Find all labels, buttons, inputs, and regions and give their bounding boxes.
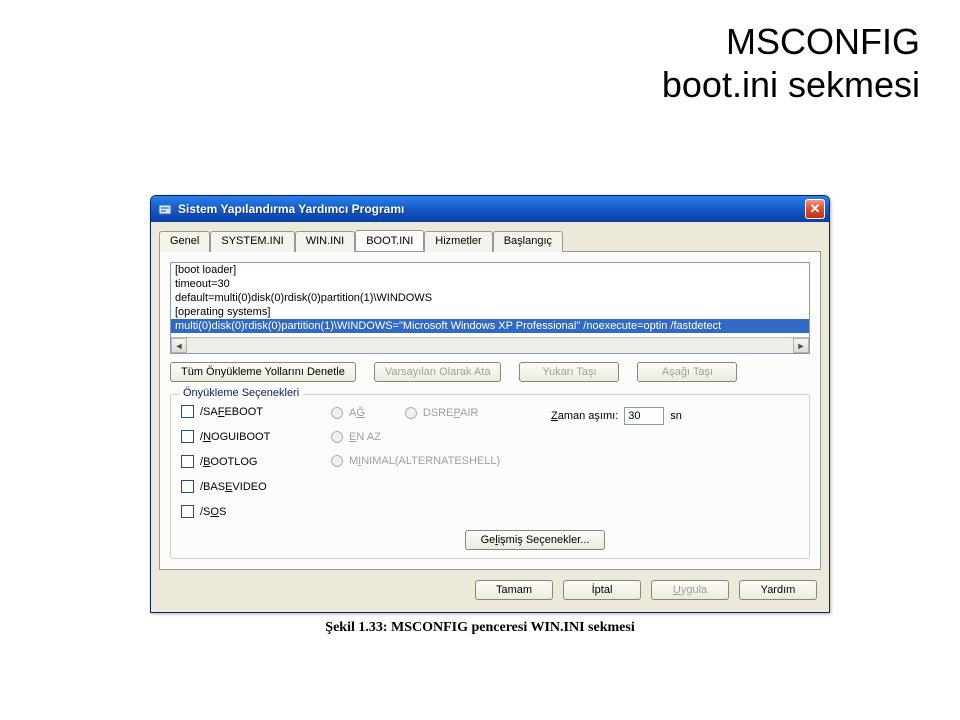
cancel-button[interactable]: İptal <box>563 580 641 600</box>
tab-system-ini[interactable]: SYSTEM.INI <box>210 231 294 252</box>
close-button[interactable]: ✕ <box>805 199 825 219</box>
bootlog-checkbox[interactable]: /BOOTLOG <box>181 455 331 468</box>
scroll-left-icon[interactable]: ◄ <box>171 338 187 353</box>
tab-genel[interactable]: Genel <box>159 231 210 252</box>
titlebar[interactable]: Sistem Yapılandırma Yardımcı Programı ✕ <box>151 196 829 222</box>
radio-label: EN AZ <box>349 431 381 443</box>
client-area: Genel SYSTEM.INI WIN.INI BOOT.INI Hizmet… <box>151 222 829 612</box>
button-label: Gelişmiş Seçenekler... <box>481 534 590 546</box>
list-item[interactable]: timeout=30 <box>171 277 809 291</box>
checkbox-icon <box>181 405 194 418</box>
minimal-radio: EN AZ <box>331 431 551 443</box>
radio-icon <box>331 407 343 419</box>
tab-boot-ini[interactable]: BOOT.INI <box>355 230 424 251</box>
radio-icon <box>331 431 343 443</box>
timeout-row: Zaman aşımı: sn <box>551 407 799 425</box>
checkbox-label: /SAFEBOOT <box>200 406 263 418</box>
options-grid: /SAFEBOOT /NOGUIBOOT /BOOTLOG /BASE <box>181 405 799 518</box>
path-buttons-row: Tüm Önyükleme Yollarını Denetle Varsayıl… <box>170 362 810 382</box>
checkbox-label: /BASEVIDEO <box>200 481 267 493</box>
list-item[interactable]: [operating systems] <box>171 305 809 319</box>
timeout-column: Zaman aşımı: sn <box>551 405 799 518</box>
button-label: Yukarı Taşı <box>542 366 596 378</box>
tab-label: SYSTEM.INI <box>221 235 283 247</box>
sos-checkbox[interactable]: /SOS <box>181 505 331 518</box>
tab-win-ini[interactable]: WIN.INI <box>295 231 356 252</box>
apply-button[interactable]: Uygula <box>651 580 729 600</box>
tab-label: BOOT.INI <box>366 235 413 247</box>
tab-baslangic[interactable]: Başlangıç <box>493 231 563 252</box>
tab-label: WIN.INI <box>306 235 345 247</box>
slide-title: MSCONFIG boot.ini sekmesi <box>662 20 920 106</box>
button-label: İptal <box>592 584 613 596</box>
button-label: Varsayılan Olarak Ata <box>385 366 491 378</box>
figure-caption: Şekil 1.33: MSCONFIG penceresi WIN.INI s… <box>0 620 960 636</box>
move-down-button[interactable]: Aşağı Taşı <box>637 362 737 382</box>
tab-label: Başlangıç <box>504 235 552 247</box>
button-label: Aşağı Taşı <box>662 366 713 378</box>
help-button[interactable]: Yardım <box>739 580 817 600</box>
list-item[interactable]: [boot loader] <box>171 263 809 277</box>
checkbox-label: /NOGUIBOOT <box>200 431 270 443</box>
checkbox-label: /BOOTLOG <box>200 456 257 468</box>
ok-button[interactable]: Tamam <box>475 580 553 600</box>
bootini-listbox[interactable]: [boot loader] timeout=30 default=multi(0… <box>170 262 810 354</box>
check-boot-paths-button[interactable]: Tüm Önyükleme Yollarını Denetle <box>170 362 356 382</box>
horizontal-scrollbar[interactable]: ◄ ► <box>171 337 809 353</box>
msconfig-window: Sistem Yapılandırma Yardımcı Programı ✕ … <box>150 195 830 613</box>
basevideo-checkbox[interactable]: /BASEVIDEO <box>181 480 331 493</box>
safeboot-checkbox[interactable]: /SAFEBOOT <box>181 405 331 418</box>
tab-label: Genel <box>170 235 199 247</box>
checkbox-icon <box>181 430 194 443</box>
button-label: Tamam <box>496 584 532 596</box>
boot-options-group: Önyükleme Seçenekleri /SAFEBOOT /NOGUIBO… <box>170 394 810 559</box>
radio-label: MINIMAL(ALTERNATESHELL) <box>349 455 500 467</box>
radio-icon <box>405 407 417 419</box>
tab-panel-bootini: [boot loader] timeout=30 default=multi(0… <box>159 251 821 570</box>
noguiboot-checkbox[interactable]: /NOGUIBOOT <box>181 430 331 443</box>
checks-column: /SAFEBOOT /NOGUIBOOT /BOOTLOG /BASE <box>181 405 331 518</box>
radio-icon <box>331 455 343 467</box>
close-icon: ✕ <box>810 201 821 217</box>
set-default-button[interactable]: Varsayılan Olarak Ata <box>374 362 502 382</box>
scroll-right-icon[interactable]: ► <box>793 338 809 353</box>
group-legend: Önyükleme Seçenekleri <box>179 387 303 399</box>
timeout-unit: sn <box>670 410 682 422</box>
altshell-radio: MINIMAL(ALTERNATESHELL) <box>331 455 551 467</box>
radio-label: DSREPAIR <box>423 407 478 419</box>
checkbox-icon <box>181 480 194 493</box>
timeout-input[interactable] <box>624 407 664 425</box>
move-up-button[interactable]: Yukarı Taşı <box>519 362 619 382</box>
checkbox-label: /SOS <box>200 506 226 518</box>
advanced-options-button[interactable]: Gelişmiş Seçenekler... <box>465 530 605 550</box>
slide-title-line1: MSCONFIG <box>662 20 920 63</box>
scroll-track[interactable] <box>187 338 793 353</box>
tab-hizmetler[interactable]: Hizmetler <box>424 231 492 252</box>
tab-label: Hizmetler <box>435 235 481 247</box>
radio-label: AĞ <box>349 407 365 419</box>
checkbox-icon <box>181 455 194 468</box>
checkbox-icon <box>181 505 194 518</box>
button-label: Yardım <box>761 584 796 596</box>
window-title: Sistem Yapılandırma Yardımcı Programı <box>178 202 805 216</box>
slide-title-line2: boot.ini sekmesi <box>662 63 920 106</box>
timeout-label: Zaman aşımı: <box>551 410 618 422</box>
button-label: Uygula <box>673 584 707 596</box>
button-label: Tüm Önyükleme Yollarını Denetle <box>181 366 345 378</box>
list-item-selected[interactable]: multi(0)disk(0)rdisk(0)partition(1)\WIND… <box>171 319 809 333</box>
radios-column: AĞ DSREPAIR EN AZ <box>331 405 551 518</box>
tab-strip: Genel SYSTEM.INI WIN.INI BOOT.INI Hizmet… <box>159 230 821 251</box>
advanced-button-row: Gelişmiş Seçenekler... <box>181 530 799 550</box>
list-item[interactable]: default=multi(0)disk(0)rdisk(0)partition… <box>171 291 809 305</box>
dsrepair-radio: DSREPAIR <box>405 407 478 419</box>
network-radio: AĞ <box>331 407 365 419</box>
dialog-button-row: Tamam İptal Uygula Yardım <box>159 570 821 604</box>
app-icon <box>157 201 173 217</box>
